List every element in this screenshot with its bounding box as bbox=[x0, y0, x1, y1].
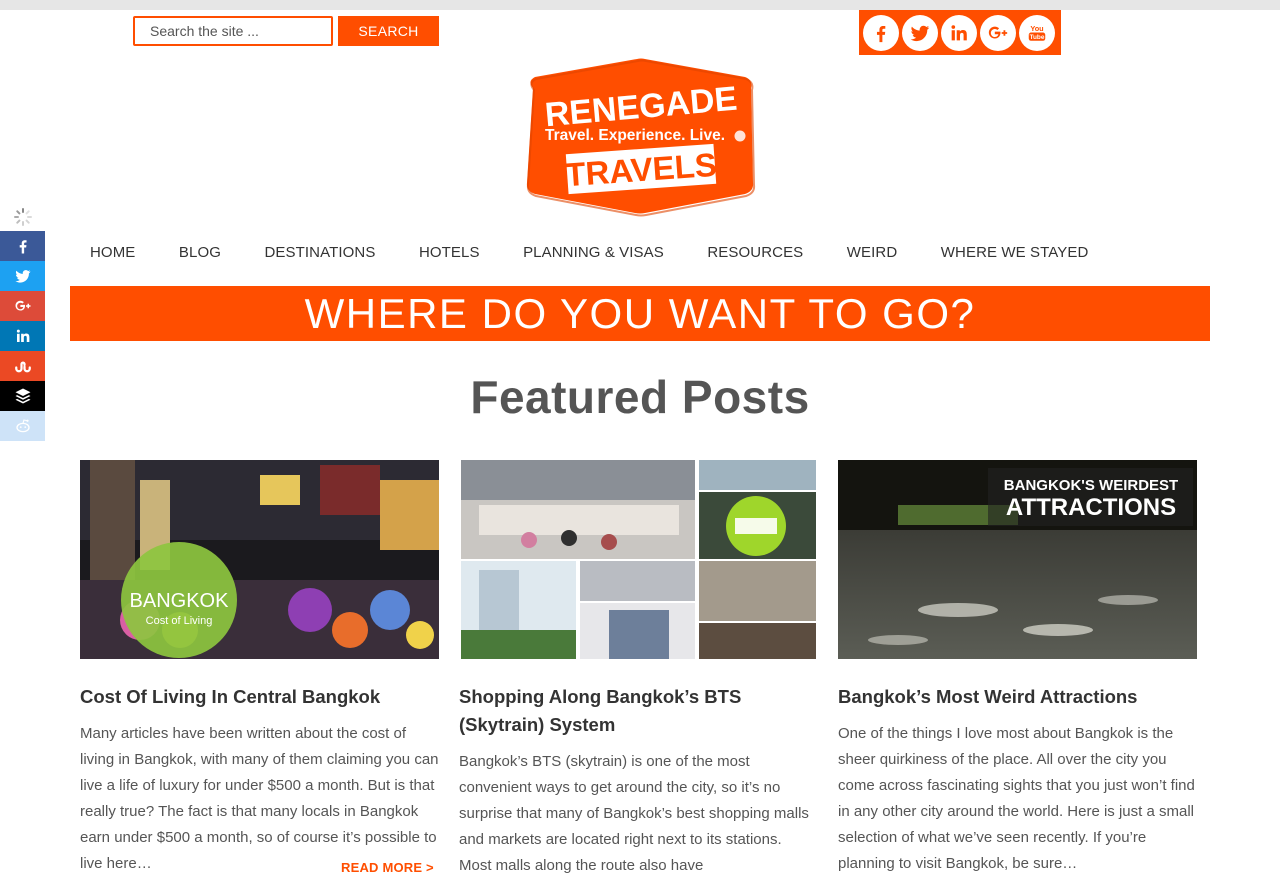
featured-post-3: BANGKOK'S WEIRDEST ATTRACTIONS Bangkok’s… bbox=[838, 460, 1197, 877]
nav-hotels[interactable]: HOTELS bbox=[419, 244, 480, 264]
youtube-icon[interactable]: You Tube bbox=[1019, 14, 1055, 51]
nav-planning-visas[interactable]: PLANNING & VISAS bbox=[523, 244, 664, 264]
nav-destinations[interactable]: DESTINATIONS bbox=[265, 244, 376, 264]
twitter-icon[interactable] bbox=[902, 14, 938, 51]
post-excerpt: Many articles have been written about th… bbox=[80, 725, 439, 872]
featured-post-2: Shopping Along Bangkok’s BTS (Skytrain) … bbox=[459, 460, 818, 879]
image-title-weirdest: BANGKOK'S WEIRDEST bbox=[1004, 477, 1178, 494]
post-image-flower-market[interactable]: BANGKOK Cost of Living bbox=[80, 460, 439, 659]
search-input[interactable] bbox=[133, 16, 333, 46]
nav-resources[interactable]: RESOURCES bbox=[707, 244, 803, 264]
linkedin-icon[interactable] bbox=[941, 14, 977, 51]
search-button[interactable]: SEARCH bbox=[338, 16, 439, 46]
share-stumbleupon-icon[interactable] bbox=[0, 351, 45, 381]
share-facebook-icon[interactable] bbox=[0, 231, 45, 261]
facebook-icon[interactable] bbox=[863, 14, 899, 51]
share-sidebar bbox=[0, 203, 45, 441]
share-google-plus-icon[interactable] bbox=[0, 291, 45, 321]
destination-banner[interactable]: WHERE DO YOU WANT TO GO? bbox=[70, 286, 1210, 341]
share-twitter-icon[interactable] bbox=[0, 261, 45, 291]
share-buffer-icon[interactable] bbox=[0, 381, 45, 411]
image-subtitle-cost: Cost of Living bbox=[146, 615, 213, 627]
nav-home[interactable]: HOME bbox=[90, 244, 135, 264]
post-excerpt: One of the things I love most about Bang… bbox=[838, 725, 1195, 872]
nav-weird[interactable]: WEIRD bbox=[847, 244, 898, 264]
read-more-link[interactable]: READ MORE > bbox=[341, 860, 434, 875]
main-nav: HOME BLOG DESTINATIONS HOTELS PLANNING &… bbox=[90, 244, 1132, 264]
site-logo[interactable]: RENEGADE Travel. Experience. Live. TRAVE… bbox=[519, 57, 761, 217]
image-subtitle-attractions: ATTRACTIONS bbox=[1006, 494, 1176, 521]
featured-post-1: BANGKOK Cost of Living Cost Of Living In… bbox=[80, 460, 439, 877]
post-image-bts-collage[interactable] bbox=[459, 460, 818, 659]
share-linkedin-icon[interactable] bbox=[0, 321, 45, 351]
svg-text:You: You bbox=[1030, 24, 1043, 33]
nav-blog[interactable]: BLOG bbox=[179, 244, 221, 264]
share-reddit-icon[interactable] bbox=[0, 411, 45, 441]
post-excerpt: Bangkok’s BTS (skytrain) is one of the m… bbox=[459, 753, 809, 874]
post-image-weird-attractions[interactable]: BANGKOK'S WEIRDEST ATTRACTIONS bbox=[838, 460, 1197, 659]
image-title-bangkok: BANGKOK bbox=[130, 590, 230, 612]
loading-icon bbox=[0, 203, 45, 231]
google-plus-icon[interactable] bbox=[980, 14, 1016, 51]
post-title[interactable]: Shopping Along Bangkok’s BTS (Skytrain) … bbox=[459, 683, 818, 739]
social-links: You Tube bbox=[859, 10, 1061, 55]
top-strip bbox=[0, 0, 1280, 10]
logo-tagline: Travel. Experience. Live. bbox=[545, 127, 725, 144]
svg-text:Tube: Tube bbox=[1030, 33, 1045, 40]
post-title[interactable]: Cost Of Living In Central Bangkok bbox=[80, 683, 439, 711]
nav-where-we-stayed[interactable]: WHERE WE STAYED bbox=[941, 244, 1089, 264]
featured-heading: Featured Posts bbox=[470, 371, 810, 423]
post-title[interactable]: Bangkok’s Most Weird Attractions bbox=[838, 683, 1197, 711]
